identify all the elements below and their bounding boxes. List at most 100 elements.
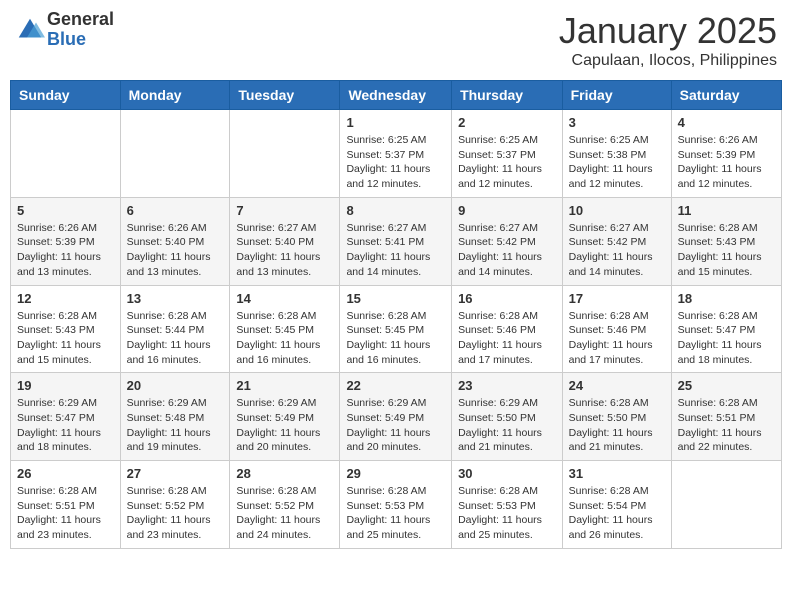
day-number: 4 bbox=[678, 115, 775, 130]
week-row-1: 1 Sunrise: 6:25 AM Sunset: 5:37 PM Daylig… bbox=[11, 110, 782, 198]
day-cell: 18Sunrise: 6:28 AM Sunset: 5:47 PM Dayli… bbox=[671, 285, 781, 373]
day-number: 21 bbox=[236, 378, 333, 393]
day-info: Sunrise: 6:28 AM Sunset: 5:44 PM Dayligh… bbox=[127, 309, 224, 368]
day-cell: 12 Sunrise: 6:28 AM Sunset: 5:43 PM Dayli… bbox=[11, 285, 121, 373]
day-cell: 24 Sunrise: 6:28 AM Sunset: 5:50 PM Dayli… bbox=[562, 373, 671, 461]
day-info: Sunrise: 6:28 AM Sunset: 5:46 PM Dayligh… bbox=[458, 309, 556, 368]
day-number: 22 bbox=[346, 378, 445, 393]
day-number: 25 bbox=[678, 378, 775, 393]
day-info: Sunrise: 6:28 AM Sunset: 5:43 PM Dayligh… bbox=[17, 309, 114, 368]
day-number: 19 bbox=[17, 378, 114, 393]
day-cell: 1 Sunrise: 6:25 AM Sunset: 5:37 PM Daylig… bbox=[340, 110, 452, 198]
weekday-header-saturday: Saturday bbox=[671, 81, 781, 110]
day-cell: 7 Sunrise: 6:27 AM Sunset: 5:40 PM Daylig… bbox=[230, 197, 340, 285]
page-header: General Blue January 2025 Capulaan, Iloc… bbox=[10, 10, 782, 70]
day-cell: 9 Sunrise: 6:27 AM Sunset: 5:42 PM Daylig… bbox=[452, 197, 563, 285]
week-row-2: 5Sunrise: 6:26 AM Sunset: 5:39 PM Daylig… bbox=[11, 197, 782, 285]
day-number: 17 bbox=[569, 291, 665, 306]
day-number: 5 bbox=[17, 203, 114, 218]
day-cell: 20Sunrise: 6:29 AM Sunset: 5:48 PM Dayli… bbox=[120, 373, 230, 461]
day-number: 7 bbox=[236, 203, 333, 218]
day-cell: 11 Sunrise: 6:28 AM Sunset: 5:43 PM Dayli… bbox=[671, 197, 781, 285]
day-cell bbox=[11, 110, 121, 198]
day-cell bbox=[230, 110, 340, 198]
day-info: Sunrise: 6:28 AM Sunset: 5:53 PM Dayligh… bbox=[458, 484, 556, 543]
day-info: Sunrise: 6:25 AM Sunset: 5:37 PM Dayligh… bbox=[346, 133, 445, 192]
month-title: January 2025 bbox=[559, 10, 777, 52]
day-info: Sunrise: 6:26 AM Sunset: 5:39 PM Dayligh… bbox=[678, 133, 775, 192]
day-number: 26 bbox=[17, 466, 114, 481]
day-number: 6 bbox=[127, 203, 224, 218]
day-info: Sunrise: 6:28 AM Sunset: 5:43 PM Dayligh… bbox=[678, 221, 775, 280]
day-number: 11 bbox=[678, 203, 775, 218]
day-number: 29 bbox=[346, 466, 445, 481]
weekday-header-monday: Monday bbox=[120, 81, 230, 110]
day-number: 30 bbox=[458, 466, 556, 481]
weekday-header-wednesday: Wednesday bbox=[340, 81, 452, 110]
day-number: 1 bbox=[346, 115, 445, 130]
day-cell: 22 Sunrise: 6:29 AM Sunset: 5:49 PM Dayli… bbox=[340, 373, 452, 461]
day-info: Sunrise: 6:28 AM Sunset: 5:52 PM Dayligh… bbox=[236, 484, 333, 543]
day-cell: 16 Sunrise: 6:28 AM Sunset: 5:46 PM Dayli… bbox=[452, 285, 563, 373]
logo-general-text: General bbox=[47, 10, 114, 30]
day-cell: 28 Sunrise: 6:28 AM Sunset: 5:52 PM Dayli… bbox=[230, 461, 340, 549]
day-info: Sunrise: 6:29 AM Sunset: 5:47 PM Dayligh… bbox=[17, 396, 114, 455]
day-number: 23 bbox=[458, 378, 556, 393]
day-number: 2 bbox=[458, 115, 556, 130]
day-number: 15 bbox=[346, 291, 445, 306]
day-info: Sunrise: 6:25 AM Sunset: 5:38 PM Dayligh… bbox=[569, 133, 665, 192]
day-number: 27 bbox=[127, 466, 224, 481]
day-info: Sunrise: 6:27 AM Sunset: 5:42 PM Dayligh… bbox=[458, 221, 556, 280]
day-info: Sunrise: 6:28 AM Sunset: 5:52 PM Dayligh… bbox=[127, 484, 224, 543]
day-cell: 23 Sunrise: 6:29 AM Sunset: 5:50 PM Dayli… bbox=[452, 373, 563, 461]
day-number: 12 bbox=[17, 291, 114, 306]
day-number: 8 bbox=[346, 203, 445, 218]
logo-icon bbox=[15, 15, 45, 45]
day-number: 3 bbox=[569, 115, 665, 130]
day-number: 24 bbox=[569, 378, 665, 393]
day-info: Sunrise: 6:28 AM Sunset: 5:47 PM Dayligh… bbox=[678, 309, 775, 368]
day-info: Sunrise: 6:28 AM Sunset: 5:45 PM Dayligh… bbox=[346, 309, 445, 368]
day-info: Sunrise: 6:27 AM Sunset: 5:41 PM Dayligh… bbox=[346, 221, 445, 280]
weekday-header-row: SundayMondayTuesdayWednesdayThursdayFrid… bbox=[11, 81, 782, 110]
day-cell bbox=[120, 110, 230, 198]
day-info: Sunrise: 6:28 AM Sunset: 5:51 PM Dayligh… bbox=[678, 396, 775, 455]
day-cell: 15 Sunrise: 6:28 AM Sunset: 5:45 PM Dayli… bbox=[340, 285, 452, 373]
day-info: Sunrise: 6:28 AM Sunset: 5:50 PM Dayligh… bbox=[569, 396, 665, 455]
day-info: Sunrise: 6:26 AM Sunset: 5:40 PM Dayligh… bbox=[127, 221, 224, 280]
day-cell: 5Sunrise: 6:26 AM Sunset: 5:39 PM Daylig… bbox=[11, 197, 121, 285]
day-info: Sunrise: 6:28 AM Sunset: 5:46 PM Dayligh… bbox=[569, 309, 665, 368]
calendar-table: SundayMondayTuesdayWednesdayThursdayFrid… bbox=[10, 80, 782, 549]
logo-text: General Blue bbox=[47, 10, 114, 50]
location-subtitle: Capulaan, Ilocos, Philippines bbox=[559, 52, 777, 70]
logo-blue-text: Blue bbox=[47, 30, 114, 50]
day-cell: 26 Sunrise: 6:28 AM Sunset: 5:51 PM Dayli… bbox=[11, 461, 121, 549]
day-info: Sunrise: 6:27 AM Sunset: 5:42 PM Dayligh… bbox=[569, 221, 665, 280]
day-info: Sunrise: 6:28 AM Sunset: 5:45 PM Dayligh… bbox=[236, 309, 333, 368]
day-cell: 14 Sunrise: 6:28 AM Sunset: 5:45 PM Dayli… bbox=[230, 285, 340, 373]
day-cell: 2Sunrise: 6:25 AM Sunset: 5:37 PM Daylig… bbox=[452, 110, 563, 198]
day-info: Sunrise: 6:27 AM Sunset: 5:40 PM Dayligh… bbox=[236, 221, 333, 280]
day-number: 28 bbox=[236, 466, 333, 481]
day-info: Sunrise: 6:28 AM Sunset: 5:51 PM Dayligh… bbox=[17, 484, 114, 543]
day-info: Sunrise: 6:29 AM Sunset: 5:50 PM Dayligh… bbox=[458, 396, 556, 455]
day-info: Sunrise: 6:28 AM Sunset: 5:53 PM Dayligh… bbox=[346, 484, 445, 543]
week-row-5: 26 Sunrise: 6:28 AM Sunset: 5:51 PM Dayli… bbox=[11, 461, 782, 549]
day-cell: 29 Sunrise: 6:28 AM Sunset: 5:53 PM Dayli… bbox=[340, 461, 452, 549]
day-number: 31 bbox=[569, 466, 665, 481]
day-number: 16 bbox=[458, 291, 556, 306]
day-cell: 13 Sunrise: 6:28 AM Sunset: 5:44 PM Dayli… bbox=[120, 285, 230, 373]
weekday-header-sunday: Sunday bbox=[11, 81, 121, 110]
day-number: 14 bbox=[236, 291, 333, 306]
day-number: 20 bbox=[127, 378, 224, 393]
day-info: Sunrise: 6:28 AM Sunset: 5:54 PM Dayligh… bbox=[569, 484, 665, 543]
day-number: 13 bbox=[127, 291, 224, 306]
day-cell: 31 Sunrise: 6:28 AM Sunset: 5:54 PM Dayli… bbox=[562, 461, 671, 549]
day-cell: 30 Sunrise: 6:28 AM Sunset: 5:53 PM Dayli… bbox=[452, 461, 563, 549]
day-number: 9 bbox=[458, 203, 556, 218]
day-cell: 4 Sunrise: 6:26 AM Sunset: 5:39 PM Daylig… bbox=[671, 110, 781, 198]
week-row-3: 12 Sunrise: 6:28 AM Sunset: 5:43 PM Dayli… bbox=[11, 285, 782, 373]
logo: General Blue bbox=[15, 10, 114, 50]
day-cell: 6 Sunrise: 6:26 AM Sunset: 5:40 PM Daylig… bbox=[120, 197, 230, 285]
day-info: Sunrise: 6:29 AM Sunset: 5:49 PM Dayligh… bbox=[346, 396, 445, 455]
